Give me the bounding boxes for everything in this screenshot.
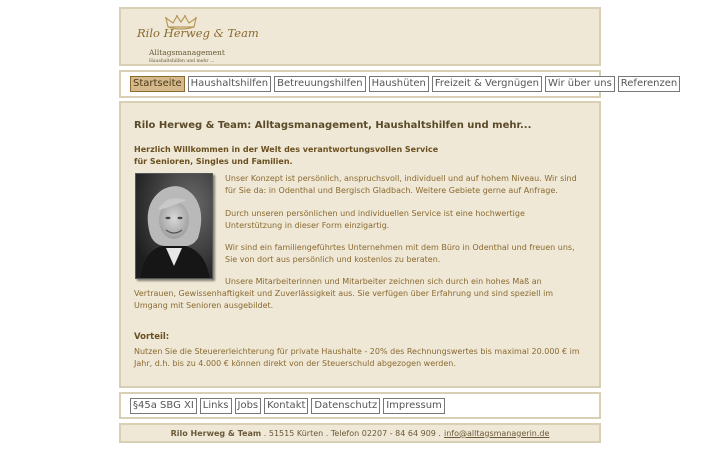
nav-impressum[interactable]: Impressum (383, 397, 445, 414)
nav-freizeit-vergnuegen[interactable]: Freizeit & Vergnügen (431, 76, 543, 92)
nav-wir-ueber-uns[interactable]: Wir über uns (545, 76, 615, 92)
footer-email-link[interactable]: info@alltagsmanagerin.de (444, 429, 549, 438)
site-header: Rilo Herweg & Team Alltagsmanagement Hau… (119, 7, 601, 66)
welcome-line-1: Herzlich Willkommen in der Welt des vera… (134, 145, 439, 154)
nav-45a-sbg[interactable]: §45a SBG XI (130, 397, 197, 414)
intro-paragraph-1: Unser Konzept ist persönlich, anspruchsv… (225, 174, 577, 195)
intro-paragraph-3: Wir sind ein familiengeführtes Unternehm… (225, 243, 575, 264)
footer-navigation: §45a SBG XI Links Jobs Kontakt Datenschu… (119, 392, 601, 419)
footer-company: Rilo Herweg & Team (170, 428, 262, 438)
logo-tagline: Haushaltshilfen und mehr ... (149, 59, 215, 64)
nav-referenzen[interactable]: Referenzen (617, 76, 681, 92)
nav-haushueten[interactable]: Haushüten (368, 76, 429, 92)
main-navigation: Startseite Haushaltshilfen Betreuungshil… (119, 70, 681, 98)
vorteil-heading: Vorteil: (134, 332, 170, 342)
welcome-heading: Herzlich Willkommen in der Welt des vera… (134, 144, 438, 168)
portrait-photo (135, 173, 213, 279)
welcome-line-2: für Senioren, Singles und Familien. (134, 157, 293, 166)
nav-kontakt[interactable]: Kontakt (264, 397, 309, 414)
nav-jobs[interactable]: Jobs (234, 397, 262, 414)
portrait-illustration (136, 174, 212, 278)
logo-name: Rilo Herweg & Team (137, 26, 259, 40)
nav-haushaltshilfen[interactable]: Haushaltshilfen (187, 76, 272, 92)
nav-datenschutz[interactable]: Datenschutz (311, 397, 381, 414)
page-title: Rilo Herweg & Team: Alltagsmanagement, H… (134, 120, 532, 131)
footer-address: . 51515 Kürten . Telefon 02207 - 84 64 9… (261, 428, 441, 438)
vorteil-text: Nutzen Sie die Steuererleichterung für p… (134, 347, 580, 368)
site-footer: Rilo Herweg & Team . 51515 Kürten . Tele… (119, 423, 601, 443)
nav-startseite[interactable]: Startseite (130, 76, 185, 92)
intro-paragraph-4: Unsere Mitarbeiterinnen und Mitarbeiter … (134, 277, 554, 310)
nav-links[interactable]: Links (199, 397, 232, 414)
logo-subtitle: Alltagsmanagement (149, 48, 225, 57)
intro-paragraph-2: Durch unseren persönlichen und individue… (225, 209, 525, 230)
main-content: Rilo Herweg & Team: Alltagsmanagement, H… (119, 101, 601, 388)
nav-betreuungshilfen[interactable]: Betreuungshilfen (274, 76, 366, 92)
